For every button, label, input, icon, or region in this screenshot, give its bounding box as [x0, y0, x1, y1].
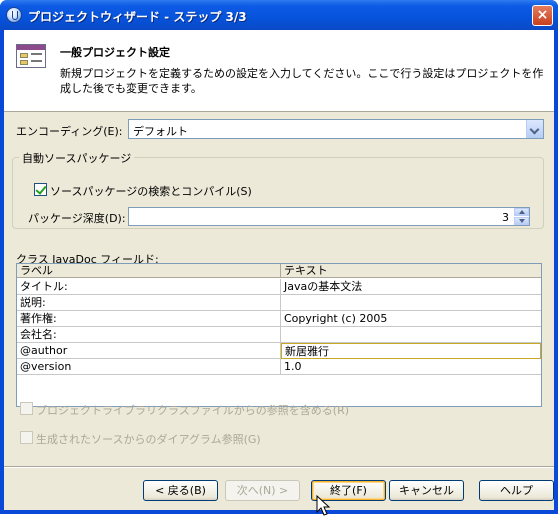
back-button[interactable]: < 戻る(B): [143, 480, 218, 501]
column-header-label[interactable]: ラベル: [17, 264, 281, 278]
table-row[interactable]: @author 新居雅行: [17, 343, 541, 359]
search-compile-label[interactable]: ソースパッケージの検索とコンパイル(S): [50, 183, 252, 199]
next-button[interactable]: 次へ(N) >: [225, 480, 300, 501]
table-row[interactable]: @version 1.0: [17, 359, 541, 375]
row-label: 会社名:: [17, 327, 281, 343]
button-separator: [4, 466, 554, 468]
table-row[interactable]: 会社名:: [17, 327, 541, 343]
row-text[interactable]: [281, 327, 541, 343]
row-text[interactable]: Copyright (c) 2005: [281, 311, 541, 327]
table-row[interactable]: 説明:: [17, 295, 541, 311]
row-label: 説明:: [17, 295, 281, 311]
encoding-value: デフォルト: [133, 125, 188, 138]
encoding-dropdown[interactable]: デフォルト: [128, 119, 544, 139]
include-library-refs-label[interactable]: プロジェクトライブラリクラスファイルからの参照を含める(R): [36, 402, 349, 418]
chevron-down-icon[interactable]: [526, 120, 543, 138]
javadoc-table: ラベル テキスト タイトル: Javaの基本文法 説明: 著作権: Copyri…: [16, 263, 542, 407]
step-title: 一般プロジェクト設定: [60, 46, 170, 59]
diagram-refs-checkbox[interactable]: [20, 431, 33, 444]
row-label: 著作権:: [17, 311, 281, 327]
include-library-refs-checkbox[interactable]: [20, 402, 33, 415]
row-label: タイトル:: [17, 279, 281, 295]
table-row[interactable]: 著作権: Copyright (c) 2005: [17, 311, 541, 327]
step-description: 新規プロジェクトを定義するための設定を入力してください。ここで行う設定はプロジェ…: [60, 67, 544, 95]
project-wizard-icon: [16, 44, 46, 68]
spinner-buttons: [514, 208, 529, 225]
row-label: @author: [17, 343, 281, 359]
row-text[interactable]: Javaの基本文法: [281, 279, 541, 295]
diagram-refs-label[interactable]: 生成されたソースからのダイアグラム参照(G): [36, 431, 261, 447]
close-button[interactable]: ×: [532, 5, 553, 26]
help-button[interactable]: ヘルプ: [479, 480, 554, 501]
row-text-editor[interactable]: 新居雅行: [281, 343, 541, 359]
table-header: ラベル テキスト: [17, 264, 541, 278]
auto-source-group-label: 自動ソースパッケージ: [19, 150, 135, 166]
title-bar[interactable]: プロジェクトウィザード - ステップ 3/3 ×: [0, 0, 558, 30]
row-label: @version: [17, 359, 281, 375]
wizard-client-area: 一般プロジェクト設定 新規プロジェクトを定義するための設定を入力してください。こ…: [4, 30, 554, 516]
encoding-label: エンコーディング(E):: [16, 125, 123, 138]
package-depth-spinner[interactable]: 3: [128, 207, 530, 226]
spinner-down-icon[interactable]: [514, 217, 529, 225]
package-depth-label: パッケージ深度(D):: [28, 212, 126, 225]
wizard-header: 一般プロジェクト設定 新規プロジェクトを定義するための設定を入力してください。こ…: [4, 30, 554, 112]
app-icon: [6, 7, 22, 23]
cancel-button[interactable]: キャンセル: [389, 480, 464, 501]
package-depth-value: 3: [502, 211, 509, 224]
wizard-window: プロジェクトウィザード - ステップ 3/3 × 一般プロジェクト設定 新規プロ…: [0, 0, 558, 516]
row-text[interactable]: 1.0: [281, 359, 541, 375]
search-compile-checkbox[interactable]: [34, 183, 47, 196]
column-header-text[interactable]: テキスト: [281, 264, 541, 278]
table-row[interactable]: タイトル: Javaの基本文法: [17, 279, 541, 295]
window-title: プロジェクトウィザード - ステップ 3/3: [28, 10, 247, 24]
row-text[interactable]: [281, 295, 541, 311]
spinner-up-icon[interactable]: [514, 208, 529, 216]
